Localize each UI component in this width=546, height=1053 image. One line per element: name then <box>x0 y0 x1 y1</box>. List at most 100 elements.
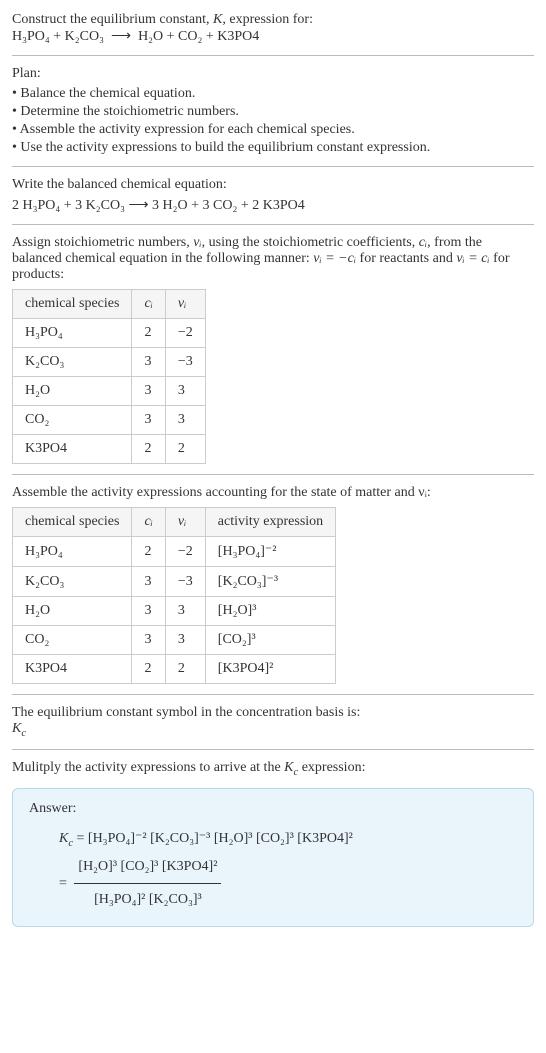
cell: 2 <box>132 435 165 464</box>
eqconst-text: The equilibrium constant symbol in the c… <box>12 705 534 721</box>
numerator: [H₂O]³ [CO₂]³ [K3PO4]² <box>74 853 221 884</box>
cell: 2 <box>165 655 205 684</box>
unbalanced-equation: H₃PO₄ + K₂CO₃ ⟶ H₂O + CO₂ + K3PO4 <box>12 29 259 44</box>
table-header-row: chemical species cᵢ νᵢ <box>13 290 206 319</box>
stoich-section: Assign stoichiometric numbers, νᵢ , using… <box>12 235 534 464</box>
text: for reactants and <box>356 251 456 266</box>
divider <box>12 166 534 167</box>
divider <box>12 749 534 750</box>
table-row: H₃PO₄2−2 <box>13 319 206 348</box>
K: K <box>59 831 68 846</box>
intro-text: Construct the equilibrium constant, <box>12 12 213 27</box>
fraction: [H₂O]³ [CO₂]³ [K3PO4]² [H₃PO₄]² [K₂CO₃]³ <box>74 853 221 914</box>
divider <box>12 474 534 475</box>
cell: −2 <box>165 319 205 348</box>
col-ci: cᵢ <box>132 508 165 537</box>
cell: H₂O <box>13 597 132 626</box>
multiply-section: Mulitply the activity expressions to arr… <box>12 760 534 778</box>
denominator: [H₃PO₄]² [K₂CO₃]³ <box>74 884 221 914</box>
cell: 3 <box>132 597 165 626</box>
col-nu: νᵢ <box>165 290 205 319</box>
col-species: chemical species <box>13 508 132 537</box>
divider <box>12 55 534 56</box>
cell: −3 <box>165 348 205 377</box>
text: Assign stoichiometric numbers, <box>12 235 193 250</box>
cell: CO₂ <box>13 406 132 435</box>
cell: 3 <box>132 406 165 435</box>
cell: CO₂ <box>13 626 132 655</box>
table-row: CO₂33 <box>13 406 206 435</box>
c-sub: c <box>21 728 26 739</box>
cell: H₂O <box>13 377 132 406</box>
plan-item: • Balance the chemical equation. <box>12 86 534 102</box>
cell: −3 <box>165 567 205 597</box>
table-row: K3PO422 <box>13 435 206 464</box>
table-row: H₂O33[H₂O]³ <box>13 597 336 626</box>
plan-item: • Use the activity expressions to build … <box>12 140 534 156</box>
cell: K3PO4 <box>13 655 132 684</box>
plan-title: Plan: <box>12 66 534 82</box>
Kc-symbol: Kc <box>12 721 534 739</box>
equals: = <box>59 876 70 891</box>
col-ci: cᵢ <box>132 290 165 319</box>
text: expression: <box>298 760 365 775</box>
K: K <box>12 721 21 736</box>
relation: νᵢ = −cᵢ <box>313 251 356 266</box>
table-row: K₂CO₃3−3 <box>13 348 206 377</box>
text: , using the stoichiometric coefficients, <box>202 235 419 250</box>
activity-title: Assemble the activity expressions accoun… <box>12 485 534 501</box>
arrow-icon: ⟶ <box>111 29 131 44</box>
cell: 2 <box>132 655 165 684</box>
cell: [H₃PO₄]⁻² <box>205 537 335 567</box>
divider <box>12 694 534 695</box>
table-row: K3PO422[K3PO4]² <box>13 655 336 684</box>
eqconst-section: The equilibrium constant symbol in the c… <box>12 705 534 739</box>
plan-item: • Assemble the activity expression for e… <box>12 122 534 138</box>
balanced-title: Write the balanced chemical equation: <box>12 177 534 193</box>
cell: 3 <box>165 597 205 626</box>
cell: [CO₂]³ <box>205 626 335 655</box>
answer-box: Answer: Kc = [H₃PO₄]⁻² [K₂CO₃]⁻³ [H₂O]³ … <box>12 788 534 928</box>
answer-equation: Kc = [H₃PO₄]⁻² [K₂CO₃]⁻³ [H₂O]³ [CO₂]³ [… <box>59 825 517 915</box>
table-row: H₂O33 <box>13 377 206 406</box>
table-header-row: chemical species cᵢ νᵢ activity expressi… <box>13 508 336 537</box>
col-nu: νᵢ <box>165 508 205 537</box>
intro-text-b: , expression for: <box>222 12 313 27</box>
cell: 3 <box>165 406 205 435</box>
plan-list: • Balance the chemical equation. • Deter… <box>12 86 534 156</box>
cell: [H₂O]³ <box>205 597 335 626</box>
plan-section: Plan: • Balance the chemical equation. •… <box>12 66 534 156</box>
cell: K₂CO₃ <box>13 348 132 377</box>
cell: 3 <box>165 377 205 406</box>
eq-lhs: H₃PO₄ + K₂CO₃ <box>12 29 104 44</box>
cell: 2 <box>132 537 165 567</box>
eq-rhs: H₂O + CO₂ + K3PO4 <box>138 29 259 44</box>
K: K <box>284 760 293 775</box>
cell: 2 <box>132 319 165 348</box>
table-row: H₃PO₄2−2[H₃PO₄]⁻² <box>13 537 336 567</box>
cell: 2 <box>165 435 205 464</box>
cell: −2 <box>165 537 205 567</box>
intro: Construct the equilibrium constant, K, e… <box>12 12 534 45</box>
col-species: chemical species <box>13 290 132 319</box>
cell: K3PO4 <box>13 435 132 464</box>
cell: K₂CO₃ <box>13 567 132 597</box>
cell: 3 <box>132 567 165 597</box>
col-expr: activity expression <box>205 508 335 537</box>
cell: H₃PO₄ <box>13 319 132 348</box>
table-row: K₂CO₃3−3[K₂CO₃]⁻³ <box>13 567 336 597</box>
relation: νᵢ = cᵢ <box>456 251 489 266</box>
cell: H₃PO₄ <box>13 537 132 567</box>
eq-line2: = [H₂O]³ [CO₂]³ [K3PO4]² [H₃PO₄]² [K₂CO₃… <box>59 876 225 891</box>
balanced-equation: 2 H₃PO₄ + 3 K₂CO₃ ⟶ 3 H₂O + 3 CO₂ + 2 K3… <box>12 197 534 214</box>
plan-item: • Determine the stoichiometric numbers. <box>12 104 534 120</box>
answer-label: Answer: <box>29 801 517 817</box>
stoich-table: chemical species cᵢ νᵢ H₃PO₄2−2 K₂CO₃3−3… <box>12 289 206 464</box>
activity-table: chemical species cᵢ νᵢ activity expressi… <box>12 507 336 684</box>
cell: 3 <box>132 377 165 406</box>
K-symbol: K <box>213 12 222 27</box>
cell: 3 <box>132 348 165 377</box>
stoich-text: Assign stoichiometric numbers, νᵢ, using… <box>12 235 534 283</box>
divider <box>12 224 534 225</box>
eq-line1: = [H₃PO₄]⁻² [K₂CO₃]⁻³ [H₂O]³ [CO₂]³ [K3P… <box>73 831 353 846</box>
